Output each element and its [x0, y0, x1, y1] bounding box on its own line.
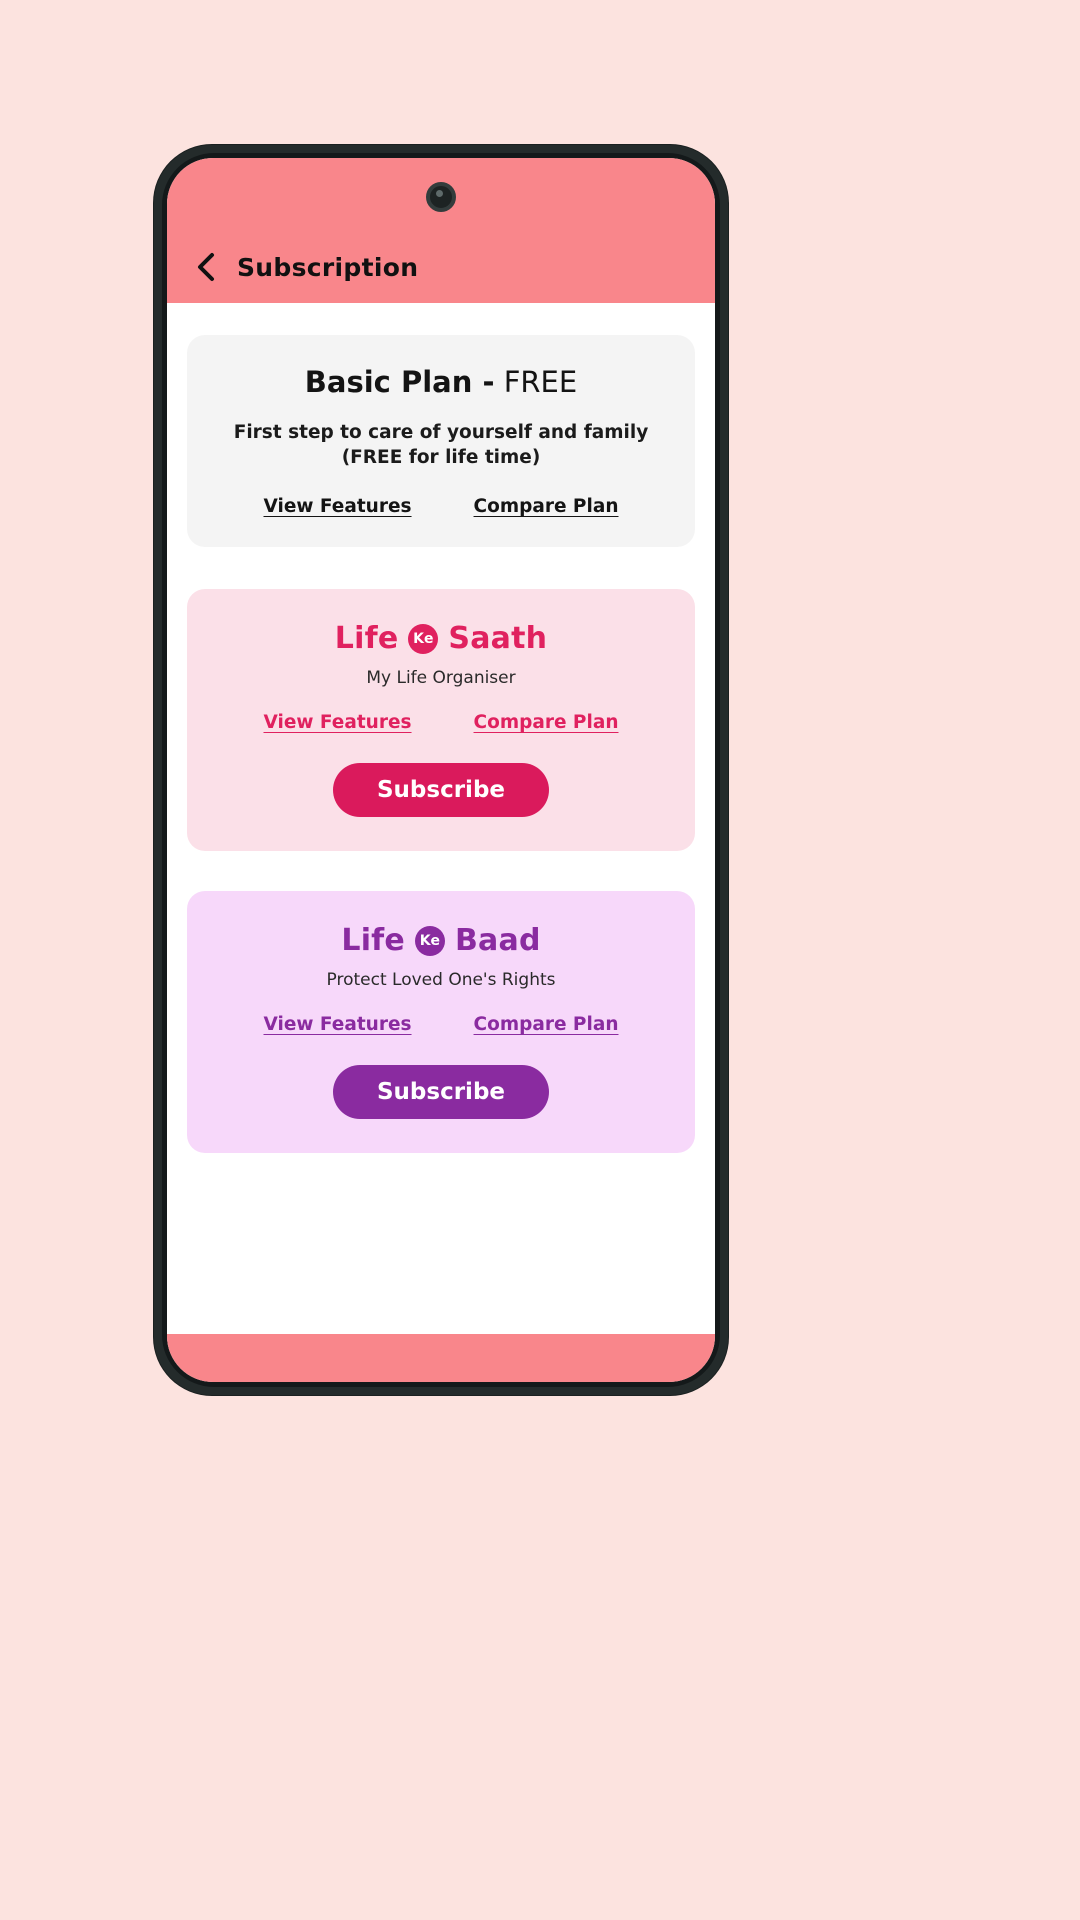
phone-mockup: Subscription Basic Plan - FREE First ste… — [154, 145, 728, 1395]
subscribe-button-saath[interactable]: Subscribe — [332, 763, 550, 818]
front-camera — [426, 182, 456, 212]
back-button[interactable] — [189, 249, 225, 285]
ke-badge-icon: Ke — [408, 623, 439, 654]
basic-plan-title-strong: Basic Plan - — [304, 365, 495, 399]
page-title: Subscription — [237, 252, 419, 282]
screenshot-stage: Subscription Basic Plan - FREE First ste… — [0, 0, 1080, 1920]
view-features-link-basic[interactable]: View Features — [264, 496, 412, 517]
baad-brand-first: Life — [341, 923, 405, 959]
plan-card-saath[interactable]: Life Ke Saath My Life Organiser View Fea… — [187, 589, 695, 852]
app-header: Subscription — [167, 158, 715, 303]
header-bar: Subscription — [167, 249, 715, 285]
basic-plan-description: First step to care of yourself and famil… — [233, 422, 649, 468]
basic-plan-links: View Features Compare Plan — [209, 496, 673, 517]
view-features-link-baad[interactable]: View Features — [264, 1014, 412, 1035]
saath-brand-first: Life — [334, 621, 399, 657]
saath-plan-links: View Features Compare Plan — [209, 712, 673, 733]
saath-tagline: My Life Organiser — [366, 668, 516, 689]
content-area: Basic Plan - FREE First step to care of … — [167, 303, 715, 1334]
compare-plan-link-basic[interactable]: Compare Plan — [474, 496, 619, 517]
baad-brand-last: Baad — [454, 923, 541, 959]
plan-card-baad[interactable]: Life Ke Baad Protect Loved One's Rights … — [187, 891, 695, 1154]
baad-brand-logo: Life Ke Baad — [209, 923, 673, 958]
ke-badge-icon: Ke — [414, 925, 445, 956]
baad-plan-links: View Features Compare Plan — [209, 1014, 673, 1035]
chevron-left-icon — [195, 251, 219, 283]
basic-plan-title-light: FREE — [503, 365, 578, 399]
view-features-link-saath[interactable]: View Features — [264, 712, 412, 733]
baad-tagline: Protect Loved One's Rights — [326, 970, 556, 991]
saath-brand-last: Saath — [448, 621, 548, 657]
subscribe-button-baad[interactable]: Subscribe — [332, 1065, 550, 1120]
compare-plan-link-baad[interactable]: Compare Plan — [474, 1014, 619, 1035]
phone-screen: Subscription Basic Plan - FREE First ste… — [167, 158, 715, 1382]
compare-plan-link-saath[interactable]: Compare Plan — [474, 712, 619, 733]
plan-card-basic[interactable]: Basic Plan - FREE First step to care of … — [187, 335, 695, 548]
bottom-navigation-bar — [167, 1334, 715, 1382]
saath-brand-logo: Life Ke Saath — [209, 621, 673, 656]
basic-plan-title: Basic Plan - FREE — [209, 365, 673, 399]
